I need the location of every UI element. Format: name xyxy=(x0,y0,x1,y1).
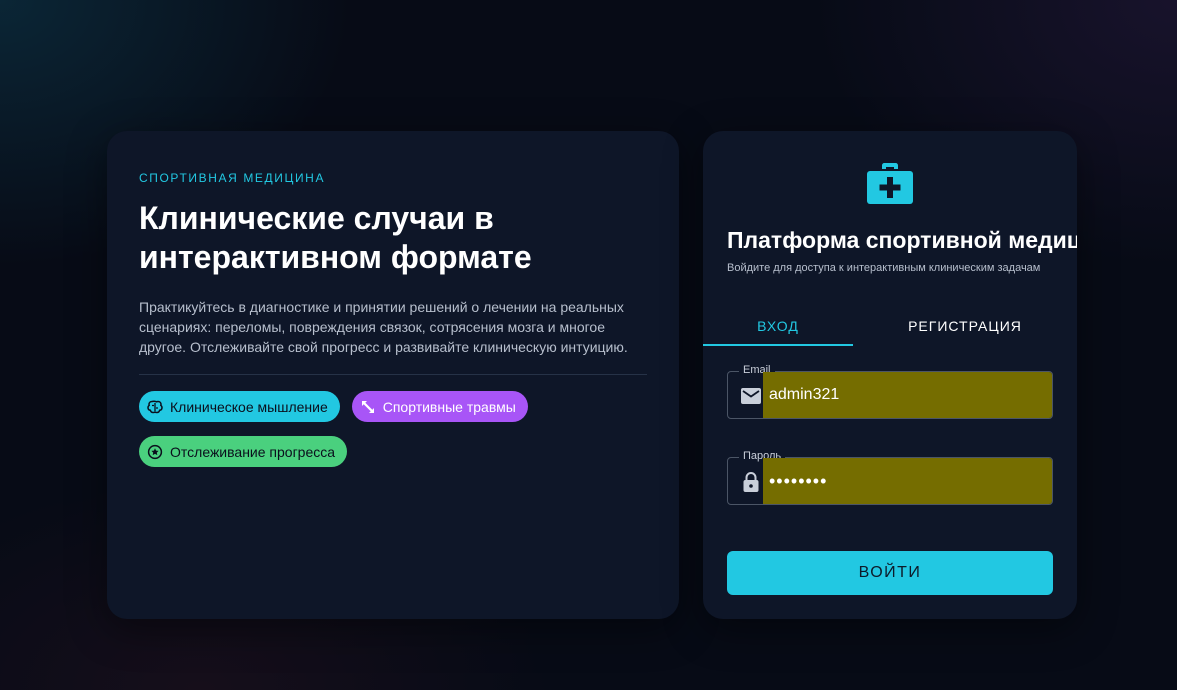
login-button[interactable]: ВОЙТИ xyxy=(727,551,1053,595)
feature-chips: Клиническое мышление Спортивные травмы О… xyxy=(139,391,559,467)
info-card: СПОРТИВНАЯ МЕДИЦИНА Клинические случаи в… xyxy=(107,131,679,619)
expand-arrows-icon xyxy=(360,399,376,415)
password-field[interactable]: Пароль xyxy=(727,450,1053,505)
divider xyxy=(139,374,647,375)
chip-progress-tracking: Отслеживание прогресса xyxy=(139,436,348,467)
email-input[interactable] xyxy=(769,372,1039,418)
auth-title: Платформа спортивной медицины xyxy=(727,227,1077,253)
chip-sports-injuries: Спортивные травмы xyxy=(351,391,528,422)
eyebrow-label: СПОРТИВНАЯ МЕДИЦИНА xyxy=(139,171,326,185)
auth-subtitle: Войдите для доступа к интерактивным клин… xyxy=(727,262,1041,274)
chip-label: Отслеживание прогресса xyxy=(170,443,336,460)
mail-icon xyxy=(740,385,762,407)
password-input[interactable] xyxy=(769,458,1039,504)
tab-active-indicator xyxy=(703,344,853,346)
lock-icon xyxy=(740,471,762,493)
star-badge-icon xyxy=(147,444,163,460)
brain-icon xyxy=(147,399,163,415)
email-field[interactable]: Email xyxy=(727,364,1053,419)
tab-login[interactable]: ВХОД xyxy=(703,307,853,345)
chip-clinical-thinking: Клиническое мышление xyxy=(139,391,340,422)
page-headline: Клинические случаи в интерактивном форма… xyxy=(139,200,532,275)
auth-tabs: ВХОД РЕГИСТРАЦИЯ xyxy=(703,307,1077,347)
auth-card: Платформа спортивной медицины Войдите дл… xyxy=(703,131,1077,619)
tab-register[interactable]: РЕГИСТРАЦИЯ xyxy=(853,307,1077,345)
medical-kit-icon xyxy=(865,159,915,207)
lead-paragraph: Практикуйтесь в диагностике и принятии р… xyxy=(139,299,628,355)
chip-label: Клиническое мышление xyxy=(170,398,328,415)
chip-label: Спортивные травмы xyxy=(382,398,516,415)
